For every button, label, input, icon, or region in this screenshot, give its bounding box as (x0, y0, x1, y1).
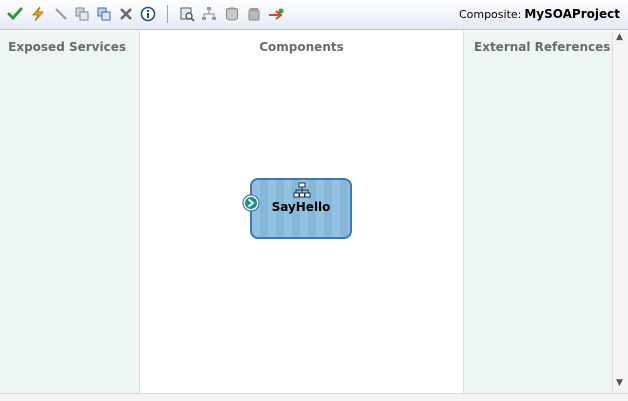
scroll-up-icon[interactable]: ▲ (616, 33, 623, 42)
validate-icon[interactable] (6, 5, 24, 23)
wire-icon[interactable] (52, 5, 70, 23)
components-title: Components (259, 40, 344, 54)
scroll-down-icon[interactable]: ▼ (616, 379, 623, 388)
deploy-icon[interactable] (267, 5, 285, 23)
exposed-services-title: Exposed Services (8, 40, 126, 54)
info-icon[interactable] (139, 5, 157, 23)
external-references-title: External References (474, 40, 611, 54)
database-icon[interactable] (223, 5, 241, 23)
composite-name: MySOAProject (524, 7, 620, 21)
paste-icon[interactable] (95, 5, 113, 23)
external-references-lane[interactable]: External References (464, 31, 612, 393)
component-name: SayHello (271, 200, 331, 214)
layout-icon[interactable] (200, 5, 218, 23)
copy-icon[interactable] (73, 5, 91, 23)
delete-icon[interactable] (117, 5, 135, 23)
service-port-icon[interactable] (242, 194, 260, 212)
jar-icon[interactable] (245, 5, 263, 23)
lightning-icon[interactable] (29, 5, 47, 23)
composite-indicator: Composite: MySOAProject (459, 7, 620, 21)
toolbar-separator (167, 5, 168, 23)
vertical-scrollbar[interactable]: ▲ ▼ (612, 31, 628, 393)
exposed-services-lane[interactable]: Exposed Services (0, 31, 140, 393)
composite-label: Composite: (458, 8, 522, 21)
search-composite-icon[interactable] (178, 5, 196, 23)
sayhello-component[interactable]: SayHello (250, 178, 352, 239)
editor-toolbar: Composite: MySOAProject (0, 0, 628, 30)
horizontal-scrollbar[interactable] (0, 393, 628, 401)
